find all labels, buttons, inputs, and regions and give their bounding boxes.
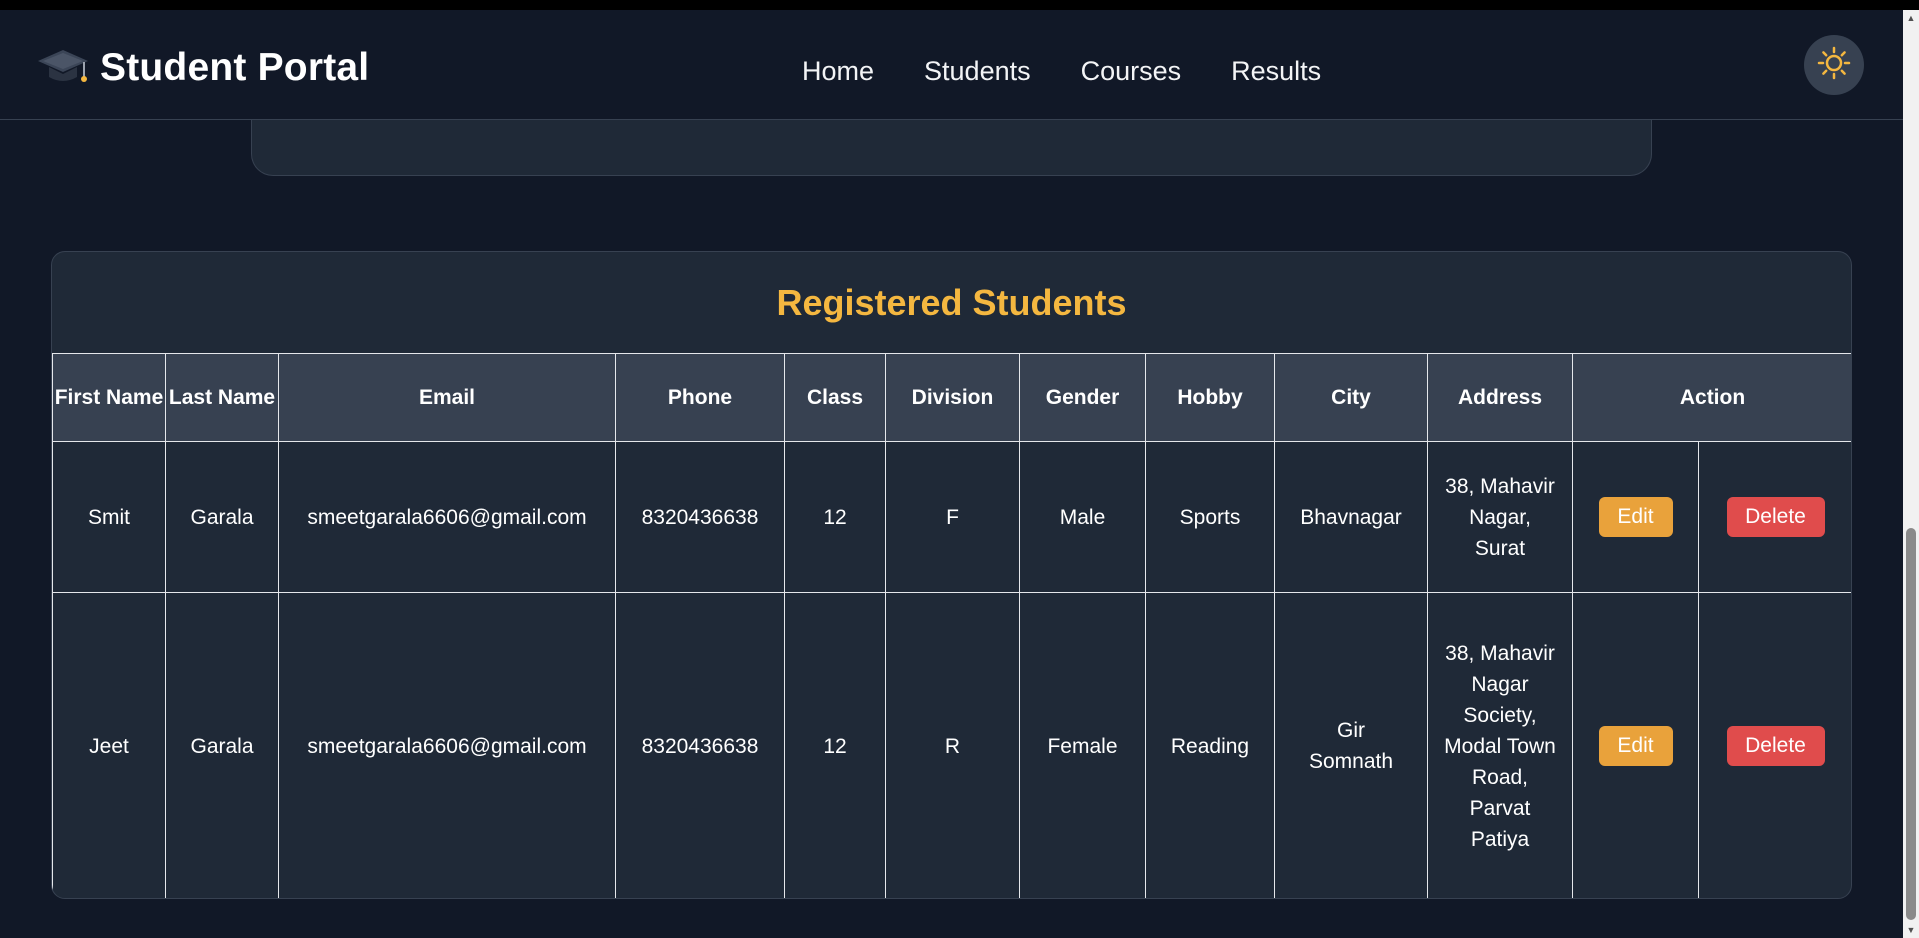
column-header-city: City bbox=[1274, 353, 1428, 442]
registered-students-card: Registered Students First Name Last Name… bbox=[51, 251, 1852, 899]
delete-button[interactable]: Delete bbox=[1726, 726, 1825, 766]
graduation-cap-icon bbox=[36, 44, 90, 92]
navbar: Student Portal Home Students Courses Res… bbox=[0, 10, 1903, 120]
column-header-class: Class bbox=[784, 353, 886, 442]
scroll-down-arrow-icon[interactable]: ▼ bbox=[1903, 922, 1919, 938]
theme-toggle-button[interactable] bbox=[1804, 35, 1864, 95]
cell-edit-action: Edit bbox=[1572, 441, 1699, 593]
column-header-hobby: Hobby bbox=[1145, 353, 1275, 442]
address-text: 38, Mahavir Nagar Society, Modal Town Ro… bbox=[1444, 641, 1556, 851]
cell-city: Gir Somnath bbox=[1274, 592, 1428, 898]
cell-last-name: Garala bbox=[165, 441, 279, 593]
cell-gender: Female bbox=[1019, 592, 1146, 898]
cell-first-name: Smit bbox=[52, 441, 166, 593]
browser-top-edge bbox=[0, 0, 1919, 10]
cell-edit-action: Edit bbox=[1572, 592, 1699, 898]
column-header-phone: Phone bbox=[615, 353, 785, 442]
brand[interactable]: Student Portal bbox=[36, 44, 369, 92]
scrollbar-thumb[interactable] bbox=[1906, 528, 1916, 920]
column-header-division: Division bbox=[885, 353, 1020, 442]
column-header-email: Email bbox=[278, 353, 616, 442]
cell-first-name: Jeet bbox=[52, 592, 166, 898]
column-header-gender: Gender bbox=[1019, 353, 1146, 442]
city-text: Gir Somnath bbox=[1308, 719, 1394, 773]
cell-address: 38, Mahavir Nagar, Surat bbox=[1427, 441, 1573, 593]
column-header-action: Action bbox=[1571, 353, 1851, 442]
registration-form-card bbox=[251, 120, 1652, 176]
cell-city: Bhavnagar bbox=[1274, 441, 1428, 593]
section-title: Registered Students bbox=[776, 281, 1127, 323]
cell-email: smeetgarala6606@gmail.com bbox=[278, 592, 616, 898]
address-text: 38, Mahavir Nagar, Surat bbox=[1445, 474, 1555, 560]
cell-phone: 8320436638 bbox=[615, 592, 785, 898]
sun-icon bbox=[1817, 46, 1851, 85]
scroll-up-arrow-icon[interactable]: ▲ bbox=[1903, 10, 1919, 26]
column-header-first-name: First Name bbox=[52, 353, 166, 442]
nav-links: Home Students Courses Results bbox=[802, 56, 1321, 87]
nav-link-home[interactable]: Home bbox=[802, 56, 874, 87]
nav-link-courses[interactable]: Courses bbox=[1081, 56, 1182, 87]
column-header-last-name: Last Name bbox=[165, 353, 279, 442]
table-header-row: First Name Last Name Email Phone Class D… bbox=[52, 353, 1851, 442]
brand-title: Student Portal bbox=[100, 46, 370, 89]
cell-gender: Male bbox=[1019, 441, 1146, 593]
nav-link-results[interactable]: Results bbox=[1231, 56, 1321, 87]
cell-hobby: Reading bbox=[1145, 592, 1275, 898]
cell-delete-action: Delete bbox=[1697, 441, 1851, 593]
cell-division: R bbox=[885, 592, 1020, 898]
edit-button[interactable]: Edit bbox=[1598, 497, 1673, 537]
cell-class: 12 bbox=[784, 592, 886, 898]
cell-delete-action: Delete bbox=[1697, 592, 1851, 898]
column-header-address: Address bbox=[1427, 353, 1573, 442]
edit-button[interactable]: Edit bbox=[1598, 726, 1673, 766]
nav-link-students[interactable]: Students bbox=[924, 56, 1031, 87]
cell-hobby: Sports bbox=[1145, 441, 1275, 593]
delete-button[interactable]: Delete bbox=[1726, 497, 1825, 537]
table-row: Jeet Garala smeetgarala6606@gmail.com 83… bbox=[52, 592, 1851, 898]
cell-email: smeetgarala6606@gmail.com bbox=[278, 441, 616, 593]
cell-phone: 8320436638 bbox=[615, 441, 785, 593]
table-row: Smit Garala smeetgarala6606@gmail.com 83… bbox=[52, 441, 1851, 593]
students-table: First Name Last Name Email Phone Class D… bbox=[52, 353, 1851, 898]
page-scrollbar[interactable]: ▲ ▼ bbox=[1903, 10, 1919, 938]
cell-last-name: Garala bbox=[165, 592, 279, 898]
cell-division: F bbox=[885, 441, 1020, 593]
cell-class: 12 bbox=[784, 441, 886, 593]
cell-address: 38, Mahavir Nagar Society, Modal Town Ro… bbox=[1427, 592, 1573, 898]
